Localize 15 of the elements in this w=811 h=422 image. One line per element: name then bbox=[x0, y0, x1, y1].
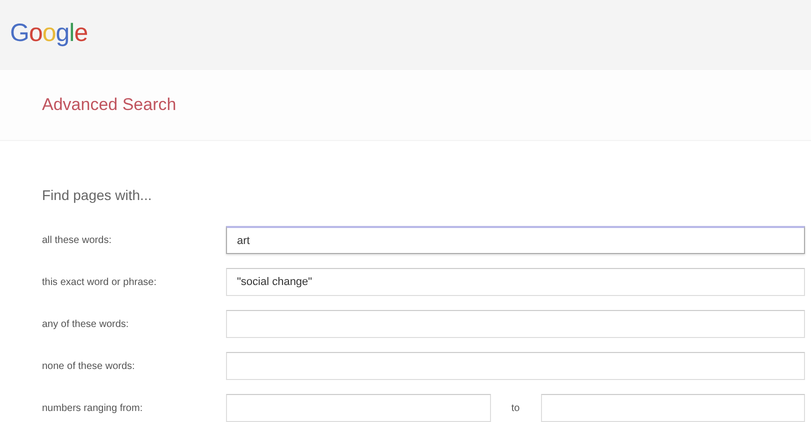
page-title: Advanced Search bbox=[42, 95, 176, 115]
field-label: any of these words: bbox=[42, 318, 130, 330]
logo[interactable]: Google bbox=[10, 18, 88, 52]
field-label: all these words: bbox=[42, 234, 112, 246]
field-label: none of these words: bbox=[42, 360, 136, 372]
section-heading: Find pages with... bbox=[42, 187, 152, 203]
input-field[interactable]: art bbox=[226, 226, 805, 254]
input-field[interactable]: "social change" bbox=[226, 268, 805, 296]
input-field[interactable] bbox=[540, 394, 805, 422]
input-field[interactable] bbox=[226, 352, 805, 380]
field-label: this exact word or phrase: bbox=[42, 276, 158, 288]
range-separator: to bbox=[510, 402, 521, 414]
field-label: numbers ranging from: bbox=[42, 402, 144, 414]
input-field[interactable] bbox=[226, 310, 805, 338]
input-field[interactable] bbox=[226, 394, 490, 422]
